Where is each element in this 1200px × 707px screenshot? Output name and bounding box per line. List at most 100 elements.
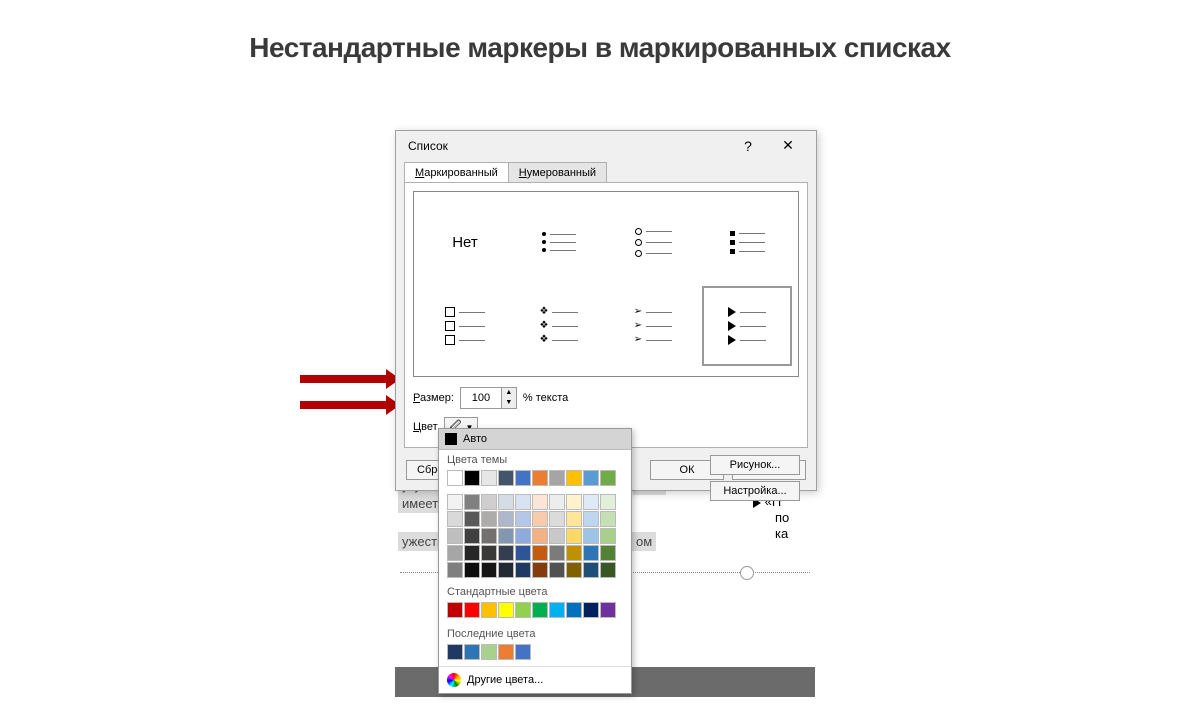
tab-numbered[interactable]: Нумерованный: [508, 162, 607, 182]
color-swatch[interactable]: [566, 602, 582, 618]
color-swatch[interactable]: [464, 528, 480, 544]
color-auto[interactable]: Авто: [439, 429, 631, 450]
close-button[interactable]: ✕: [768, 137, 808, 154]
color-swatch[interactable]: [600, 470, 616, 486]
color-swatch[interactable]: [532, 562, 548, 578]
color-swatch[interactable]: [549, 494, 565, 510]
color-swatch[interactable]: [464, 562, 480, 578]
color-swatch[interactable]: [447, 511, 463, 527]
color-swatch[interactable]: [566, 494, 582, 510]
slide-title: Нестандартные маркеры в маркированных сп…: [0, 32, 1200, 64]
color-swatch[interactable]: [498, 562, 514, 578]
color-swatch[interactable]: [583, 545, 599, 561]
color-swatch[interactable]: [481, 528, 497, 544]
color-swatch[interactable]: [549, 602, 565, 618]
color-swatch[interactable]: [600, 511, 616, 527]
color-swatch[interactable]: [481, 644, 497, 660]
color-swatch[interactable]: [532, 528, 548, 544]
color-swatch[interactable]: [566, 528, 582, 544]
color-swatch[interactable]: [600, 562, 616, 578]
color-swatch[interactable]: [447, 470, 463, 486]
color-swatch[interactable]: [549, 511, 565, 527]
picture-button[interactable]: Рисунок...: [710, 455, 800, 475]
color-swatch[interactable]: [566, 545, 582, 561]
color-swatch[interactable]: [447, 528, 463, 544]
color-swatch[interactable]: [447, 562, 463, 578]
color-swatch[interactable]: [515, 494, 531, 510]
color-swatch[interactable]: [498, 470, 514, 486]
color-swatch[interactable]: [481, 545, 497, 561]
color-swatch[interactable]: [515, 644, 531, 660]
bullet-option-none[interactable]: Нет: [420, 202, 510, 282]
color-swatch[interactable]: [583, 470, 599, 486]
color-swatch[interactable]: [600, 494, 616, 510]
color-dropdown-menu: Авто Цвета темы Стандартные цвета Послед…: [438, 428, 632, 694]
color-swatch[interactable]: [515, 511, 531, 527]
bullet-option-square[interactable]: [702, 202, 792, 282]
spin-down[interactable]: ▼: [502, 398, 516, 408]
color-swatch[interactable]: [498, 545, 514, 561]
tab-bulleted[interactable]: ММаркированныйаркированный: [404, 162, 509, 182]
color-swatch[interactable]: [515, 470, 531, 486]
color-swatch[interactable]: [532, 470, 548, 486]
size-spinner[interactable]: ▲▼: [460, 387, 517, 409]
bullet-option-arrow-outline[interactable]: ➢ ➢ ➢: [608, 286, 698, 366]
color-swatch[interactable]: [515, 545, 531, 561]
color-swatch[interactable]: [481, 602, 497, 618]
color-swatch[interactable]: [464, 545, 480, 561]
color-swatch[interactable]: [464, 511, 480, 527]
color-swatch[interactable]: [464, 494, 480, 510]
more-colors[interactable]: Другие цвета...: [439, 666, 631, 693]
bullet-option-circle[interactable]: [608, 202, 698, 282]
color-swatch[interactable]: [532, 494, 548, 510]
color-swatch[interactable]: [600, 602, 616, 618]
color-swatch[interactable]: [600, 528, 616, 544]
color-swatch[interactable]: [481, 562, 497, 578]
color-swatch[interactable]: [498, 494, 514, 510]
bullet-option-hollow-square[interactable]: [420, 286, 510, 366]
color-swatch[interactable]: [549, 562, 565, 578]
size-input[interactable]: [461, 388, 501, 408]
bullet-option-dot[interactable]: [514, 202, 604, 282]
customize-button[interactable]: Настройка...: [710, 481, 800, 501]
color-swatch[interactable]: [583, 511, 599, 527]
color-swatch[interactable]: [464, 602, 480, 618]
color-swatch[interactable]: [498, 511, 514, 527]
color-swatch[interactable]: [447, 494, 463, 510]
color-swatch[interactable]: [481, 494, 497, 510]
color-swatch[interactable]: [532, 511, 548, 527]
color-swatch[interactable]: [566, 470, 582, 486]
color-swatch[interactable]: [447, 644, 463, 660]
color-swatch[interactable]: [549, 470, 565, 486]
bullet-option-4diamond[interactable]: ❖ ❖ ❖: [514, 286, 604, 366]
color-swatch[interactable]: [566, 562, 582, 578]
color-swatch[interactable]: [447, 602, 463, 618]
color-swatch[interactable]: [481, 470, 497, 486]
color-swatch[interactable]: [515, 528, 531, 544]
color-swatch[interactable]: [464, 644, 480, 660]
color-swatch[interactable]: [447, 545, 463, 561]
help-button[interactable]: ?: [728, 138, 768, 154]
color-swatch[interactable]: [583, 562, 599, 578]
color-swatch[interactable]: [566, 511, 582, 527]
color-swatch[interactable]: [498, 602, 514, 618]
color-swatch[interactable]: [583, 602, 599, 618]
color-swatch[interactable]: [532, 602, 548, 618]
color-swatch[interactable]: [464, 470, 480, 486]
color-swatch[interactable]: [583, 528, 599, 544]
bullet-option-triangle[interactable]: [702, 286, 792, 366]
color-swatch[interactable]: [549, 545, 565, 561]
bg-text: имеет: [398, 494, 442, 513]
color-swatch[interactable]: [600, 545, 616, 561]
standard-colors-row: [439, 600, 631, 624]
color-swatch[interactable]: [532, 545, 548, 561]
color-swatch[interactable]: [549, 528, 565, 544]
color-swatch[interactable]: [583, 494, 599, 510]
color-swatch[interactable]: [515, 562, 531, 578]
color-swatch[interactable]: [498, 644, 514, 660]
color-swatch[interactable]: [498, 528, 514, 544]
color-swatch[interactable]: [481, 511, 497, 527]
spin-up[interactable]: ▲: [502, 388, 516, 398]
color-swatch[interactable]: [515, 602, 531, 618]
dialog-title: Список: [408, 139, 728, 153]
